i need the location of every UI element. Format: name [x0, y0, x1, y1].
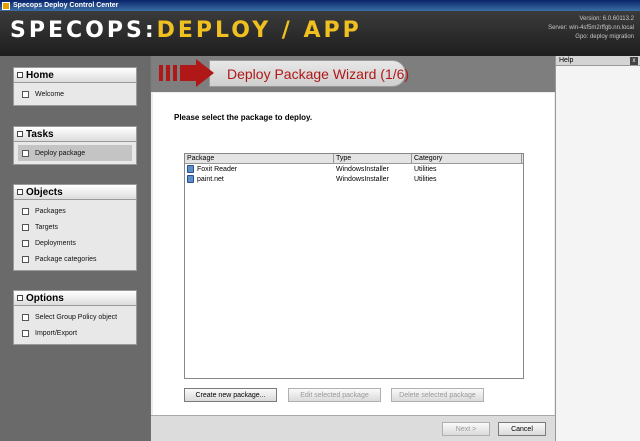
- help-panel: Help x: [555, 56, 640, 441]
- tasks-group-header[interactable]: Tasks: [14, 127, 136, 142]
- page-icon: [22, 239, 29, 247]
- options-group-header[interactable]: Options: [14, 291, 136, 306]
- sidebar-item-label: Deployments: [35, 239, 76, 247]
- group-title: Objects: [26, 186, 63, 198]
- table-row[interactable]: Foxit Reader WindowsInstaller Utilities: [185, 164, 523, 174]
- sidebar-item-label: Package categories: [35, 255, 97, 263]
- sidebar-item-label: Targets: [35, 223, 58, 231]
- server-text: Server: win-4sf5m2rffgb.nn.local: [548, 25, 634, 31]
- app-icon: [2, 1, 10, 10]
- sidebar-item-welcome[interactable]: Welcome: [18, 86, 132, 102]
- sidebar-item-deploy-package[interactable]: Deploy package: [18, 145, 132, 161]
- package-category: Utilities: [414, 175, 437, 183]
- table-row[interactable]: paint.net WindowsInstaller Utilities: [185, 174, 523, 184]
- navigation-panel: Home Welcome Tasks Deploy package Object…: [0, 56, 150, 441]
- sidebar-item-label: Packages: [35, 207, 66, 215]
- page-icon: [22, 255, 29, 263]
- package-category: Utilities: [414, 165, 437, 173]
- wizard-body: Please select the package to deploy. Pac…: [153, 93, 554, 415]
- page-icon: [22, 329, 29, 337]
- objects-group-header[interactable]: Objects: [14, 185, 136, 200]
- sidebar-item-select-gpo[interactable]: Select Group Policy object: [18, 309, 132, 325]
- page-icon: [22, 207, 29, 215]
- collapse-icon: [17, 131, 23, 137]
- sidebar-item-label: Select Group Policy object: [35, 313, 118, 321]
- package-list[interactable]: Package Type Category Foxit Reader Windo…: [184, 153, 524, 379]
- help-header: Help x: [556, 56, 640, 66]
- close-icon[interactable]: x: [630, 56, 638, 65]
- home-group-header[interactable]: Home: [14, 68, 136, 83]
- gpo-text: Gpo: deploy migration: [575, 34, 634, 40]
- column-header-package[interactable]: Package: [185, 154, 334, 163]
- list-header: Package Type Category: [185, 154, 523, 164]
- package-name: paint.net: [197, 175, 224, 183]
- page-icon: [22, 90, 29, 98]
- logo-deploy-app: DEPLOY / APP: [156, 18, 362, 43]
- group-title: Tasks: [26, 128, 54, 140]
- package-type: WindowsInstaller: [336, 175, 389, 183]
- wizard-prompt: Please select the package to deploy.: [174, 113, 313, 122]
- column-header-category[interactable]: Category: [412, 154, 522, 163]
- page-icon: [22, 313, 29, 321]
- wizard-panel: Deploy Package Wizard (1/6) Please selec…: [151, 56, 555, 441]
- sidebar-item-packages[interactable]: Packages: [18, 203, 132, 219]
- edit-package-button[interactable]: Edit selected package: [288, 388, 381, 402]
- sidebar-item-label: Deploy package: [35, 149, 86, 157]
- wizard-footer: Next > Cancel: [151, 415, 555, 441]
- create-package-button[interactable]: Create new package...: [184, 388, 277, 402]
- help-title: Help: [559, 57, 574, 64]
- window-titlebar: Specops Deploy Control Center: [0, 0, 640, 11]
- page-icon: [22, 223, 29, 231]
- column-header-type[interactable]: Type: [334, 154, 412, 163]
- package-icon: [187, 165, 194, 173]
- group-title: Home: [26, 69, 54, 81]
- logo-specops: SPECOPS:: [10, 18, 157, 43]
- options-group: Options Select Group Policy object Impor…: [13, 290, 137, 345]
- page-icon: [22, 149, 29, 157]
- sidebar-item-label: Import/Export: [35, 329, 78, 337]
- sidebar-item-deployments[interactable]: Deployments: [18, 235, 132, 251]
- collapse-icon: [17, 72, 23, 78]
- version-text: Version: 6.0.60113.2: [579, 16, 634, 22]
- wizard-title: Deploy Package Wizard (1/6): [227, 66, 410, 82]
- sidebar-item-label: Welcome: [35, 90, 65, 98]
- product-logo: SPECOPS:DEPLOY / APP: [10, 18, 362, 43]
- sidebar-item-import-export[interactable]: Import/Export: [18, 325, 132, 341]
- sidebar-item-package-categories[interactable]: Package categories: [18, 251, 132, 267]
- package-type: WindowsInstaller: [336, 165, 389, 173]
- wizard-arrow-icon: [159, 59, 214, 87]
- banner: SPECOPS:DEPLOY / APP Version: 6.0.60113.…: [0, 11, 640, 56]
- package-name: Foxit Reader: [197, 165, 238, 173]
- window-title: Specops Deploy Control Center: [13, 2, 119, 9]
- wizard-header: Deploy Package Wizard (1/6): [151, 56, 555, 92]
- objects-group: Objects Packages Targets Deployments Pac…: [13, 184, 137, 271]
- cancel-button[interactable]: Cancel: [498, 422, 546, 436]
- package-icon: [187, 175, 194, 183]
- sidebar-item-targets[interactable]: Targets: [18, 219, 132, 235]
- collapse-icon: [17, 189, 23, 195]
- server-info: Version: 6.0.60113.2 Server: win-4sf5m2r…: [548, 15, 634, 42]
- home-group: Home Welcome: [13, 67, 137, 106]
- tasks-group: Tasks Deploy package: [13, 126, 137, 165]
- collapse-icon: [17, 295, 23, 301]
- delete-package-button[interactable]: Delete selected package: [391, 388, 484, 402]
- group-title: Options: [26, 292, 64, 304]
- next-button[interactable]: Next >: [442, 422, 490, 436]
